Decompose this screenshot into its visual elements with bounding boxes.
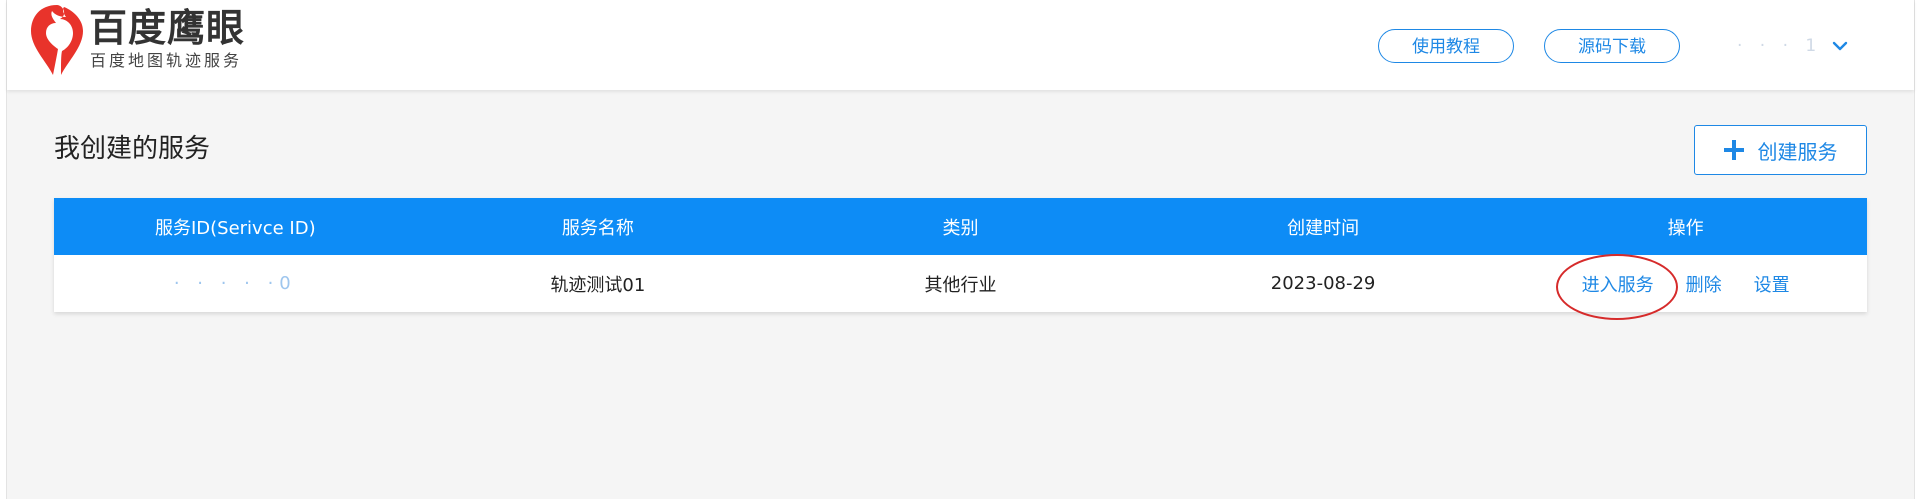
services-table: 服务ID(Serivce ID) 服务名称 类别 创建时间 操作 · · · ·… [54,198,1867,312]
page-frame: 百度鹰眼 百度地图轨迹服务 使用教程 源码下载 · · · 1 我创建的服务 创… [6,0,1915,499]
download-button[interactable]: 源码下载 [1544,29,1680,63]
cell-actions: 进入服务 删除 设置 [1504,255,1867,312]
logo-subtitle: 百度地图轨迹服务 [90,51,243,70]
tutorial-button[interactable]: 使用教程 [1378,29,1514,63]
column-header-category: 类别 [942,217,979,239]
cell-service-id: · · · · ·0 [54,255,417,312]
logo-title: 百度鹰眼 [89,6,246,50]
cell-category: 其他行业 [924,274,997,296]
table-row: · · · · ·0 轨迹测试01 其他行业 2023-08-29 进入服务 删… [54,255,1867,312]
enter-service-link[interactable]: 进入服务 [1582,271,1654,297]
column-header-actions: 操作 [1667,217,1704,239]
column-header-service-id: 服务ID(Serivce ID) [154,217,316,239]
eagle-logo-icon [31,5,83,75]
column-header-service-name: 服务名称 [561,217,634,239]
chevron-down-icon [1833,41,1848,51]
cell-created: 2023-08-29 [1270,273,1376,294]
create-service-button[interactable]: 创建服务 [1694,125,1867,175]
top-header: 百度鹰眼 百度地图轨迹服务 使用教程 源码下载 · · · 1 [7,0,1914,90]
user-name: · · · 1 [1737,36,1823,56]
page-title: 我创建的服务 [54,134,211,164]
column-header-created: 创建时间 [1287,217,1360,239]
service-id-value: · · · · ·0 [173,273,297,294]
cell-service-name: 轨迹测试01 [550,274,646,296]
delete-link[interactable]: 删除 [1686,271,1722,297]
user-menu[interactable]: · · · 1 [1737,29,1850,63]
settings-link[interactable]: 设置 [1754,271,1790,297]
table-header: 服务ID(Serivce ID) 服务名称 类别 创建时间 操作 [54,198,1867,255]
plus-icon [1723,140,1744,160]
create-service-label: 创建服务 [1757,139,1838,164]
